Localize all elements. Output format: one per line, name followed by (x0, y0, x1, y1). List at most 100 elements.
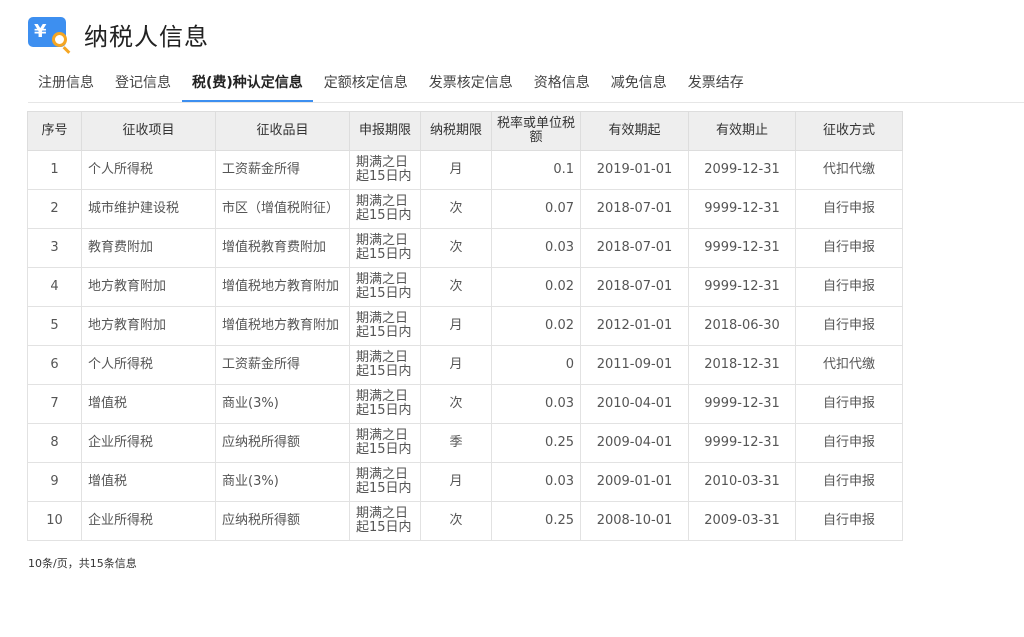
cell-valid-to: 9999-12-31 (688, 423, 796, 463)
cell-tax-rate: 0.25 (491, 501, 581, 541)
col-header-levy-method: 征收方式 (795, 111, 903, 151)
cell-tax-rate: 0.07 (491, 189, 581, 229)
cell-valid-to: 2099-12-31 (688, 150, 796, 190)
col-header-declare-deadline: 申报期限 (349, 111, 421, 151)
col-header-tax-rate: 税率或单位税额 (491, 111, 581, 151)
tab-tax-type-recognition[interactable]: 税(费)种认定信息 (182, 70, 313, 102)
magnifier-icon (52, 32, 67, 47)
cell-index: 6 (27, 345, 82, 385)
cell-valid-from: 2018-07-01 (580, 189, 689, 229)
cell-levy-method: 代扣代缴 (795, 345, 903, 385)
cell-tax-period: 次 (420, 189, 492, 229)
cell-levy-subitem: 增值税教育费附加 (215, 228, 350, 268)
table-row: 4 地方教育附加 增值税地方教育附加 期满之日起15日内次 0.02 2018-07-01… (27, 267, 903, 307)
cell-tax-period: 月 (420, 462, 492, 502)
cell-valid-from: 2008-10-01 (580, 501, 689, 541)
col-header-levy-item: 征收项目 (81, 111, 216, 151)
cell-tax-rate: 0.03 (491, 228, 581, 268)
cell-tax-rate: 0.03 (491, 462, 581, 502)
cell-levy-method: 自行申报 (795, 384, 903, 424)
cell-tax-period: 次 (420, 267, 492, 307)
col-header-index: 序号 (27, 111, 82, 151)
col-header-valid-to: 有效期止 (688, 111, 796, 151)
cell-valid-to: 2009-03-31 (688, 501, 796, 541)
cell-valid-from: 2011-09-01 (580, 345, 689, 385)
cell-levy-method: 代扣代缴 (795, 150, 903, 190)
cell-tax-period: 月 (420, 345, 492, 385)
cell-valid-to: 9999-12-31 (688, 384, 796, 424)
cell-levy-subitem: 工资薪金所得 (215, 150, 350, 190)
cell-valid-from: 2009-04-01 (580, 423, 689, 463)
cell-levy-item: 增值税 (81, 462, 216, 502)
col-header-tax-period: 纳税期限 (420, 111, 492, 151)
cell-levy-item: 地方教育附加 (81, 267, 216, 307)
table-row: 8 企业所得税 应纳税所得额 期满之日起15日内季 0.25 2009-04-01 9999… (27, 423, 903, 463)
cell-levy-subitem: 增值税地方教育附加 (215, 306, 350, 346)
cell-declare-deadline: 期满之日起15日内 (349, 345, 421, 385)
cell-valid-to: 9999-12-31 (688, 228, 796, 268)
cell-tax-period: 月 (420, 150, 492, 190)
cell-declare-deadline: 期满之日起15日内 (349, 423, 421, 463)
tab-invoice-verification[interactable]: 发票核定信息 (419, 70, 523, 101)
tab-enrollment[interactable]: 登记信息 (105, 70, 181, 101)
cell-levy-subitem: 应纳税所得额 (215, 423, 350, 463)
table-row: 2 城市维护建设税 市区（增值税附征） 期满之日起15日内次 0.07 2018-07-0… (27, 189, 903, 229)
cell-levy-subitem: 增值税地方教育附加 (215, 267, 350, 307)
cell-valid-to: 9999-12-31 (688, 189, 796, 229)
cell-valid-from: 2018-07-01 (580, 228, 689, 268)
cell-index: 4 (27, 267, 82, 307)
cell-valid-from: 2012-01-01 (580, 306, 689, 346)
cell-levy-item: 增值税 (81, 384, 216, 424)
cell-tax-rate: 0.25 (491, 423, 581, 463)
cell-levy-subitem: 应纳税所得额 (215, 501, 350, 541)
cell-valid-from: 2019-01-01 (580, 150, 689, 190)
cell-declare-deadline: 期满之日起15日内 (349, 384, 421, 424)
table-row: 6 个人所得税 工资薪金所得 期满之日起15日内月 0 2011-09-01 2018-12… (27, 345, 903, 385)
tab-registration[interactable]: 注册信息 (28, 70, 104, 101)
cell-levy-method: 自行申报 (795, 423, 903, 463)
cell-levy-method: 自行申报 (795, 306, 903, 346)
cell-tax-rate: 0.1 (491, 150, 581, 190)
cell-valid-from: 2018-07-01 (580, 267, 689, 307)
cell-valid-from: 2010-04-01 (580, 384, 689, 424)
table-row: 7 增值税 商业(3%) 期满之日起15日内次 0.03 2010-04-01 9999-1… (27, 384, 903, 424)
cell-levy-item: 个人所得税 (81, 345, 216, 385)
cell-index: 10 (27, 501, 82, 541)
cell-valid-from: 2009-01-01 (580, 462, 689, 502)
cell-tax-period: 次 (420, 501, 492, 541)
cell-index: 7 (27, 384, 82, 424)
tab-exemption[interactable]: 减免信息 (601, 70, 677, 101)
cell-declare-deadline: 期满之日起15日内 (349, 267, 421, 307)
tab-bar: 注册信息 登记信息 税(费)种认定信息 定额核定信息 发票核定信息 资格信息 减… (28, 70, 1024, 103)
cell-index: 3 (27, 228, 82, 268)
cell-index: 5 (27, 306, 82, 346)
cell-declare-deadline: 期满之日起15日内 (349, 501, 421, 541)
table-row: 10 企业所得税 应纳税所得额 期满之日起15日内次 0.25 2008-10-01 200… (27, 501, 903, 541)
table-row: 1 个人所得税 工资薪金所得 期满之日起15日内月 0.1 2019-01-01 2099-… (27, 150, 903, 190)
cell-levy-subitem: 工资薪金所得 (215, 345, 350, 385)
cell-valid-to: 9999-12-31 (688, 267, 796, 307)
cell-index: 9 (27, 462, 82, 502)
table-row: 3 教育费附加 增值税教育费附加 期满之日起15日内次 0.03 2018-07-01 99… (27, 228, 903, 268)
cell-levy-item: 城市维护建设税 (81, 189, 216, 229)
tab-quota-verification[interactable]: 定额核定信息 (314, 70, 418, 101)
cell-levy-subitem: 商业(3%) (215, 462, 350, 502)
cell-levy-item: 企业所得税 (81, 501, 216, 541)
cell-tax-period: 季 (420, 423, 492, 463)
cell-tax-rate: 0.02 (491, 267, 581, 307)
tab-invoice-balance[interactable]: 发票结存 (678, 70, 754, 101)
cell-index: 2 (27, 189, 82, 229)
cell-index: 1 (27, 150, 82, 190)
cell-valid-to: 2018-12-31 (688, 345, 796, 385)
tab-qualification[interactable]: 资格信息 (524, 70, 600, 101)
cell-tax-period: 次 (420, 228, 492, 268)
cell-levy-item: 企业所得税 (81, 423, 216, 463)
cell-declare-deadline: 期满之日起15日内 (349, 150, 421, 190)
cell-declare-deadline: 期满之日起15日内 (349, 462, 421, 502)
tax-type-table: 序号 征收项目 征收品目 申报期限 纳税期限 税率或单位税额 有效期起 有效期止… (27, 111, 903, 541)
table-header-row: 序号 征收项目 征收品目 申报期限 纳税期限 税率或单位税额 有效期起 有效期止… (27, 111, 903, 151)
cell-levy-method: 自行申报 (795, 462, 903, 502)
cell-levy-item: 地方教育附加 (81, 306, 216, 346)
cell-tax-period: 次 (420, 384, 492, 424)
page-header: ¥ 纳税人信息 (28, 14, 209, 54)
